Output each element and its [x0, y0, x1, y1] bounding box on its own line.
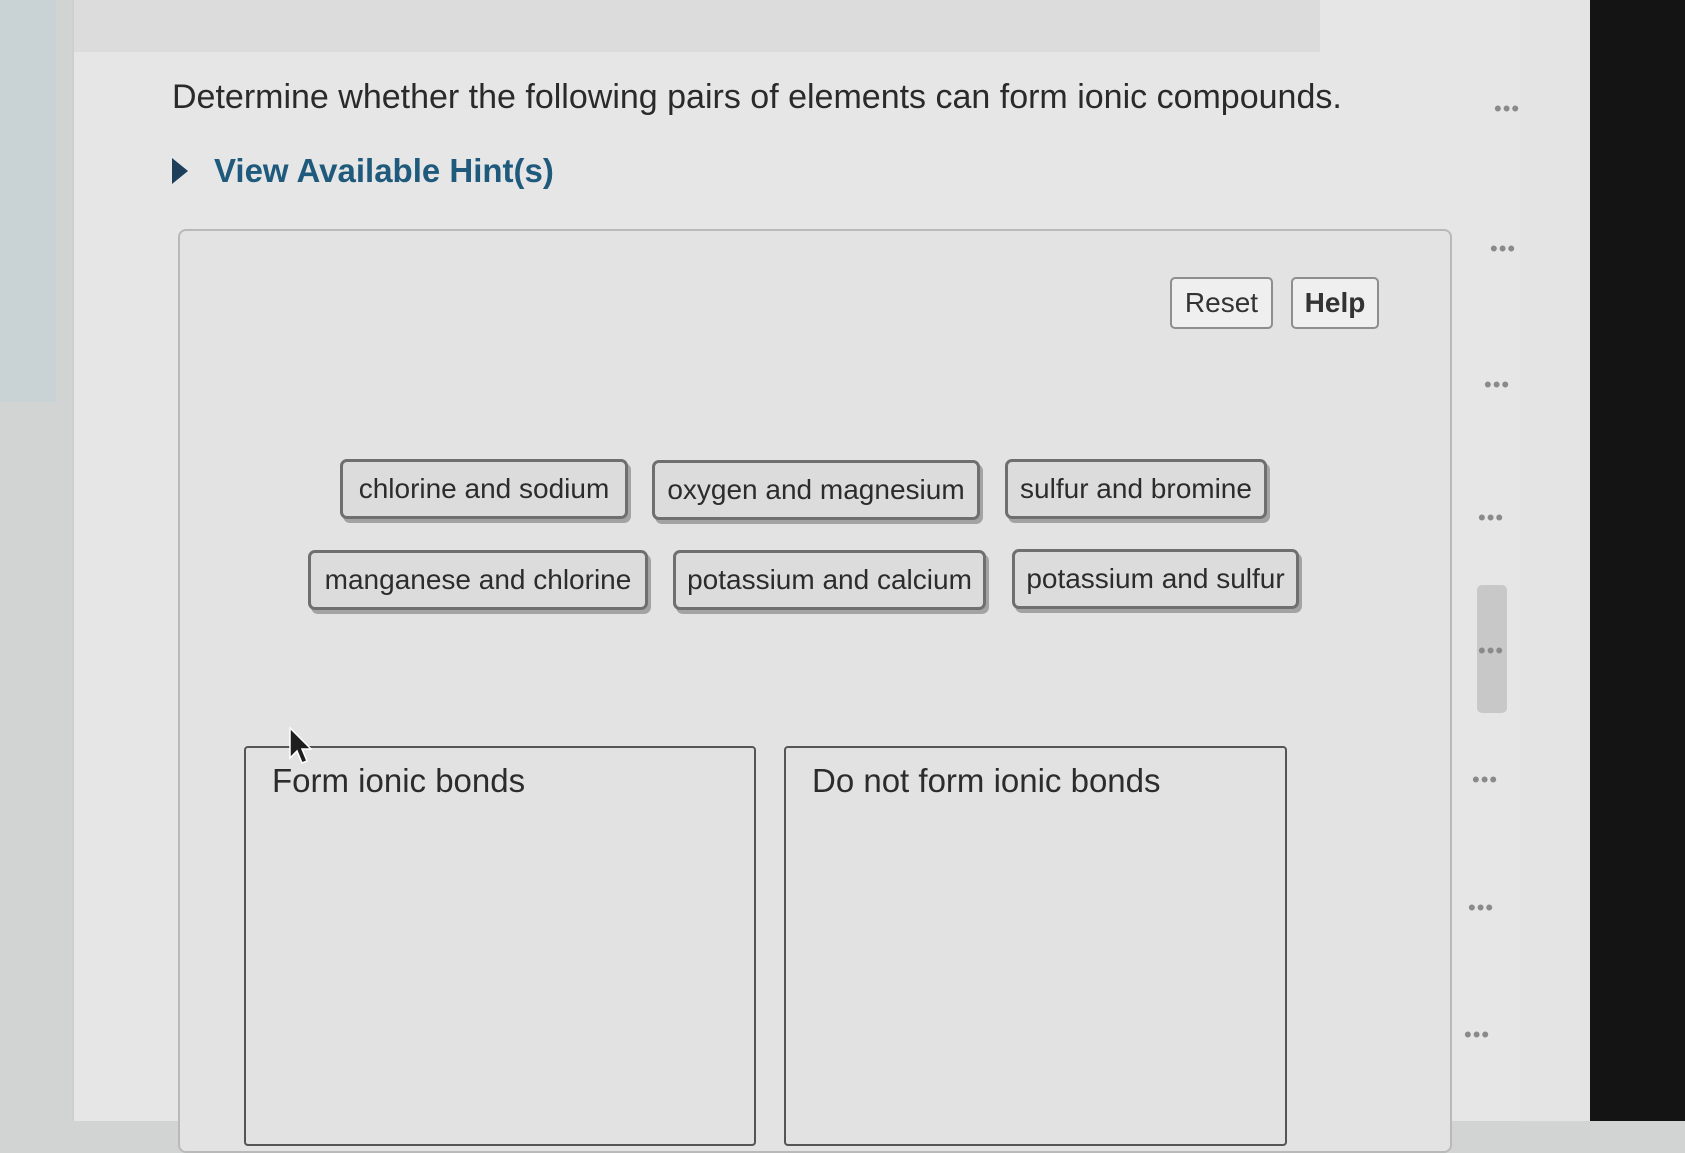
page-top-band	[74, 0, 1320, 52]
ellipsis-icon: •••	[1490, 236, 1517, 261]
ellipsis-icon: •••	[1468, 895, 1495, 920]
mouse-pointer-icon	[289, 726, 313, 764]
ellipsis-icon: •••	[1464, 1022, 1491, 1047]
token-oxygen-and-magnesium[interactable]: oxygen and magnesium	[652, 460, 980, 520]
ellipsis-icon: •••	[1484, 372, 1511, 397]
ellipsis-icon: •••	[1478, 638, 1505, 663]
token-manganese-and-chlorine[interactable]: manganese and chlorine	[308, 550, 648, 610]
right-gutter	[1520, 0, 1590, 1121]
token-potassium-and-sulfur[interactable]: potassium and sulfur	[1012, 549, 1299, 609]
ellipsis-icon: •••	[1478, 505, 1505, 530]
left-panel-edge	[0, 0, 56, 402]
token-potassium-and-calcium[interactable]: potassium and calcium	[673, 550, 986, 610]
token-sulfur-and-bromine[interactable]: sulfur and bromine	[1005, 459, 1267, 519]
ellipsis-icon: •••	[1494, 96, 1521, 121]
question-text: Determine whether the following pairs of…	[172, 78, 1342, 116]
bin-not-form-title: Do not form ionic bonds	[812, 762, 1161, 799]
help-button[interactable]: Help	[1291, 277, 1379, 329]
view-hints-label: View Available Hint(s)	[214, 152, 554, 189]
view-hints-toggle[interactable]: View Available Hint(s)	[172, 152, 554, 190]
bin-do-not-form-ionic-bonds[interactable]: Do not form ionic bonds	[784, 746, 1287, 1146]
token-chlorine-and-sodium[interactable]: chlorine and sodium	[340, 459, 628, 519]
ellipsis-icon: •••	[1472, 767, 1499, 792]
screen-bezel	[1590, 0, 1685, 1121]
bin-form-ionic-bonds[interactable]: Form ionic bonds	[244, 746, 756, 1146]
caret-right-icon	[172, 158, 188, 184]
reset-button[interactable]: Reset	[1170, 277, 1273, 329]
